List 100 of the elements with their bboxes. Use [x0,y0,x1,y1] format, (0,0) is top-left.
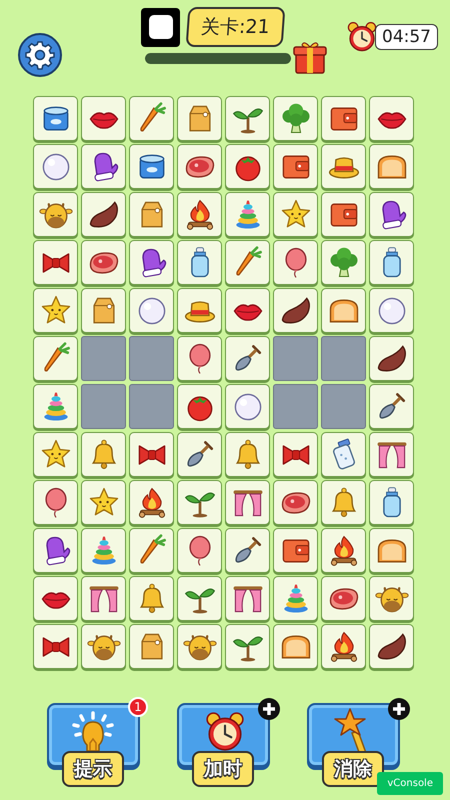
tile[interactable] [369,288,414,333]
level-label: 关卡:21 [186,7,285,47]
empty-slot [321,384,366,429]
tile[interactable] [225,624,270,669]
tile[interactable] [369,624,414,669]
tile[interactable] [321,192,366,237]
timer-text: 04:57 [375,24,438,50]
tile[interactable] [81,240,126,285]
tile[interactable] [129,480,174,525]
tile[interactable] [369,480,414,525]
tile[interactable] [273,240,318,285]
tile[interactable] [177,576,222,621]
tile[interactable] [225,144,270,189]
tile[interactable] [129,192,174,237]
tile[interactable] [81,528,126,573]
tile[interactable] [177,624,222,669]
tile[interactable] [225,528,270,573]
tile[interactable] [81,288,126,333]
tile[interactable] [81,144,126,189]
tile[interactable] [177,96,222,141]
tile[interactable] [321,480,366,525]
tile[interactable] [177,432,222,477]
tile[interactable] [33,576,78,621]
stop-icon [148,15,172,39]
tile[interactable] [225,432,270,477]
tile[interactable] [177,288,222,333]
tile[interactable] [321,432,366,477]
tile[interactable] [177,144,222,189]
tile[interactable] [225,576,270,621]
settings-button[interactable] [18,33,62,77]
tile[interactable] [273,624,318,669]
tile[interactable] [33,96,78,141]
tile[interactable] [129,432,174,477]
tile[interactable] [177,336,222,381]
tile[interactable] [369,96,414,141]
tile[interactable] [129,528,174,573]
tile[interactable] [225,336,270,381]
tile[interactable] [129,576,174,621]
alarm-clock-icon [346,20,378,54]
tile[interactable] [273,480,318,525]
tile[interactable] [273,288,318,333]
tile[interactable] [321,528,366,573]
tile[interactable] [369,336,414,381]
tile[interactable] [81,576,126,621]
tile[interactable] [81,432,126,477]
tile[interactable] [321,576,366,621]
tile[interactable] [225,192,270,237]
stop-button[interactable] [141,8,180,46]
settings-icon [25,40,55,70]
tile[interactable] [33,384,78,429]
tile[interactable] [273,528,318,573]
tile[interactable] [273,144,318,189]
tile[interactable] [225,384,270,429]
tile[interactable] [33,192,78,237]
tile[interactable] [177,384,222,429]
empty-slot [129,384,174,429]
tile[interactable] [81,96,126,141]
vconsole-button[interactable]: vConsole [377,772,443,795]
tile[interactable] [321,240,366,285]
tile[interactable] [129,288,174,333]
tile[interactable] [33,432,78,477]
tile[interactable] [33,624,78,669]
tile[interactable] [369,528,414,573]
tile[interactable] [321,624,366,669]
tile[interactable] [321,288,366,333]
tile[interactable] [177,528,222,573]
tile[interactable] [273,96,318,141]
tile[interactable] [177,240,222,285]
tile[interactable] [273,432,318,477]
tile[interactable] [81,624,126,669]
tile[interactable] [33,336,78,381]
tile[interactable] [177,480,222,525]
tile[interactable] [129,240,174,285]
tile[interactable] [33,288,78,333]
tile[interactable] [225,288,270,333]
tile[interactable] [81,192,126,237]
tile[interactable] [33,240,78,285]
tile[interactable] [225,480,270,525]
tile[interactable] [33,480,78,525]
tile[interactable] [321,96,366,141]
empty-slot [273,336,318,381]
tile[interactable] [177,192,222,237]
tile[interactable] [81,480,126,525]
tile[interactable] [273,192,318,237]
tile[interactable] [129,144,174,189]
tile[interactable] [369,144,414,189]
tile[interactable] [369,576,414,621]
empty-slot [321,336,366,381]
tile[interactable] [321,144,366,189]
tile[interactable] [129,96,174,141]
tile[interactable] [369,192,414,237]
tile[interactable] [369,240,414,285]
tile[interactable] [33,144,78,189]
tile[interactable] [225,96,270,141]
tile[interactable] [369,384,414,429]
tile[interactable] [225,240,270,285]
tile[interactable] [129,624,174,669]
tile[interactable] [33,528,78,573]
tile[interactable] [273,576,318,621]
tile[interactable] [369,432,414,477]
